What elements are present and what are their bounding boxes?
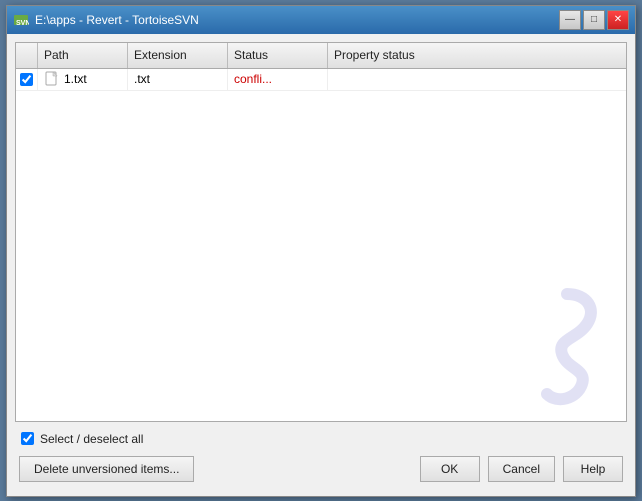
row-checkbox-cell: [16, 69, 38, 90]
col-property-status-header: Property status: [328, 43, 626, 68]
table-body: 1.txt .txt confli...: [16, 69, 626, 420]
main-window: SVN E:\apps - Revert - TortoiseSVN — □ ✕…: [6, 5, 636, 497]
window-title: E:\apps - Revert - TortoiseSVN: [35, 13, 199, 27]
file-icon: [44, 71, 60, 87]
row-status: confli...: [234, 72, 272, 86]
cancel-button[interactable]: Cancel: [488, 456, 555, 482]
close-button[interactable]: ✕: [607, 10, 629, 30]
row-filename: 1.txt: [64, 72, 87, 86]
col-extension-header: Extension: [128, 43, 228, 68]
buttons-row: Delete unversioned items... OK Cancel He…: [19, 454, 623, 484]
file-table: Path Extension Status Property status: [15, 42, 627, 422]
bottom-section: Select / deselect all Delete unversioned…: [15, 422, 627, 488]
select-all-checkbox[interactable]: [21, 432, 34, 445]
table-wrapper: Path Extension Status Property status: [15, 42, 627, 422]
col-checkbox-header: [16, 43, 38, 68]
ok-button[interactable]: OK: [420, 456, 480, 482]
delete-unversioned-button[interactable]: Delete unversioned items...: [19, 456, 194, 482]
select-all-label: Select / deselect all: [40, 432, 143, 446]
file-svg-icon: [45, 71, 59, 87]
action-buttons: OK Cancel Help: [420, 456, 623, 482]
window-content: Path Extension Status Property status: [7, 34, 635, 496]
table-row: 1.txt .txt confli...: [16, 69, 626, 91]
table-header: Path Extension Status Property status: [16, 43, 626, 69]
select-all-row: Select / deselect all: [19, 428, 623, 450]
app-icon: SVN: [13, 12, 29, 28]
help-button[interactable]: Help: [563, 456, 623, 482]
col-path-header: Path: [38, 43, 128, 68]
title-bar: SVN E:\apps - Revert - TortoiseSVN — □ ✕: [7, 6, 635, 34]
maximize-button[interactable]: □: [583, 10, 605, 30]
minimize-button[interactable]: —: [559, 10, 581, 30]
col-status-header: Status: [228, 43, 328, 68]
title-buttons: — □ ✕: [559, 10, 629, 30]
row-extension-cell: .txt: [128, 69, 228, 90]
title-bar-left: SVN E:\apps - Revert - TortoiseSVN: [13, 12, 199, 28]
row-checkbox[interactable]: [20, 73, 33, 86]
row-status-cell: confli...: [228, 69, 328, 90]
row-property-status-cell: [328, 69, 626, 90]
svg-text:SVN: SVN: [16, 20, 29, 27]
row-path-cell: 1.txt: [38, 69, 128, 90]
row-extension: .txt: [134, 72, 150, 86]
